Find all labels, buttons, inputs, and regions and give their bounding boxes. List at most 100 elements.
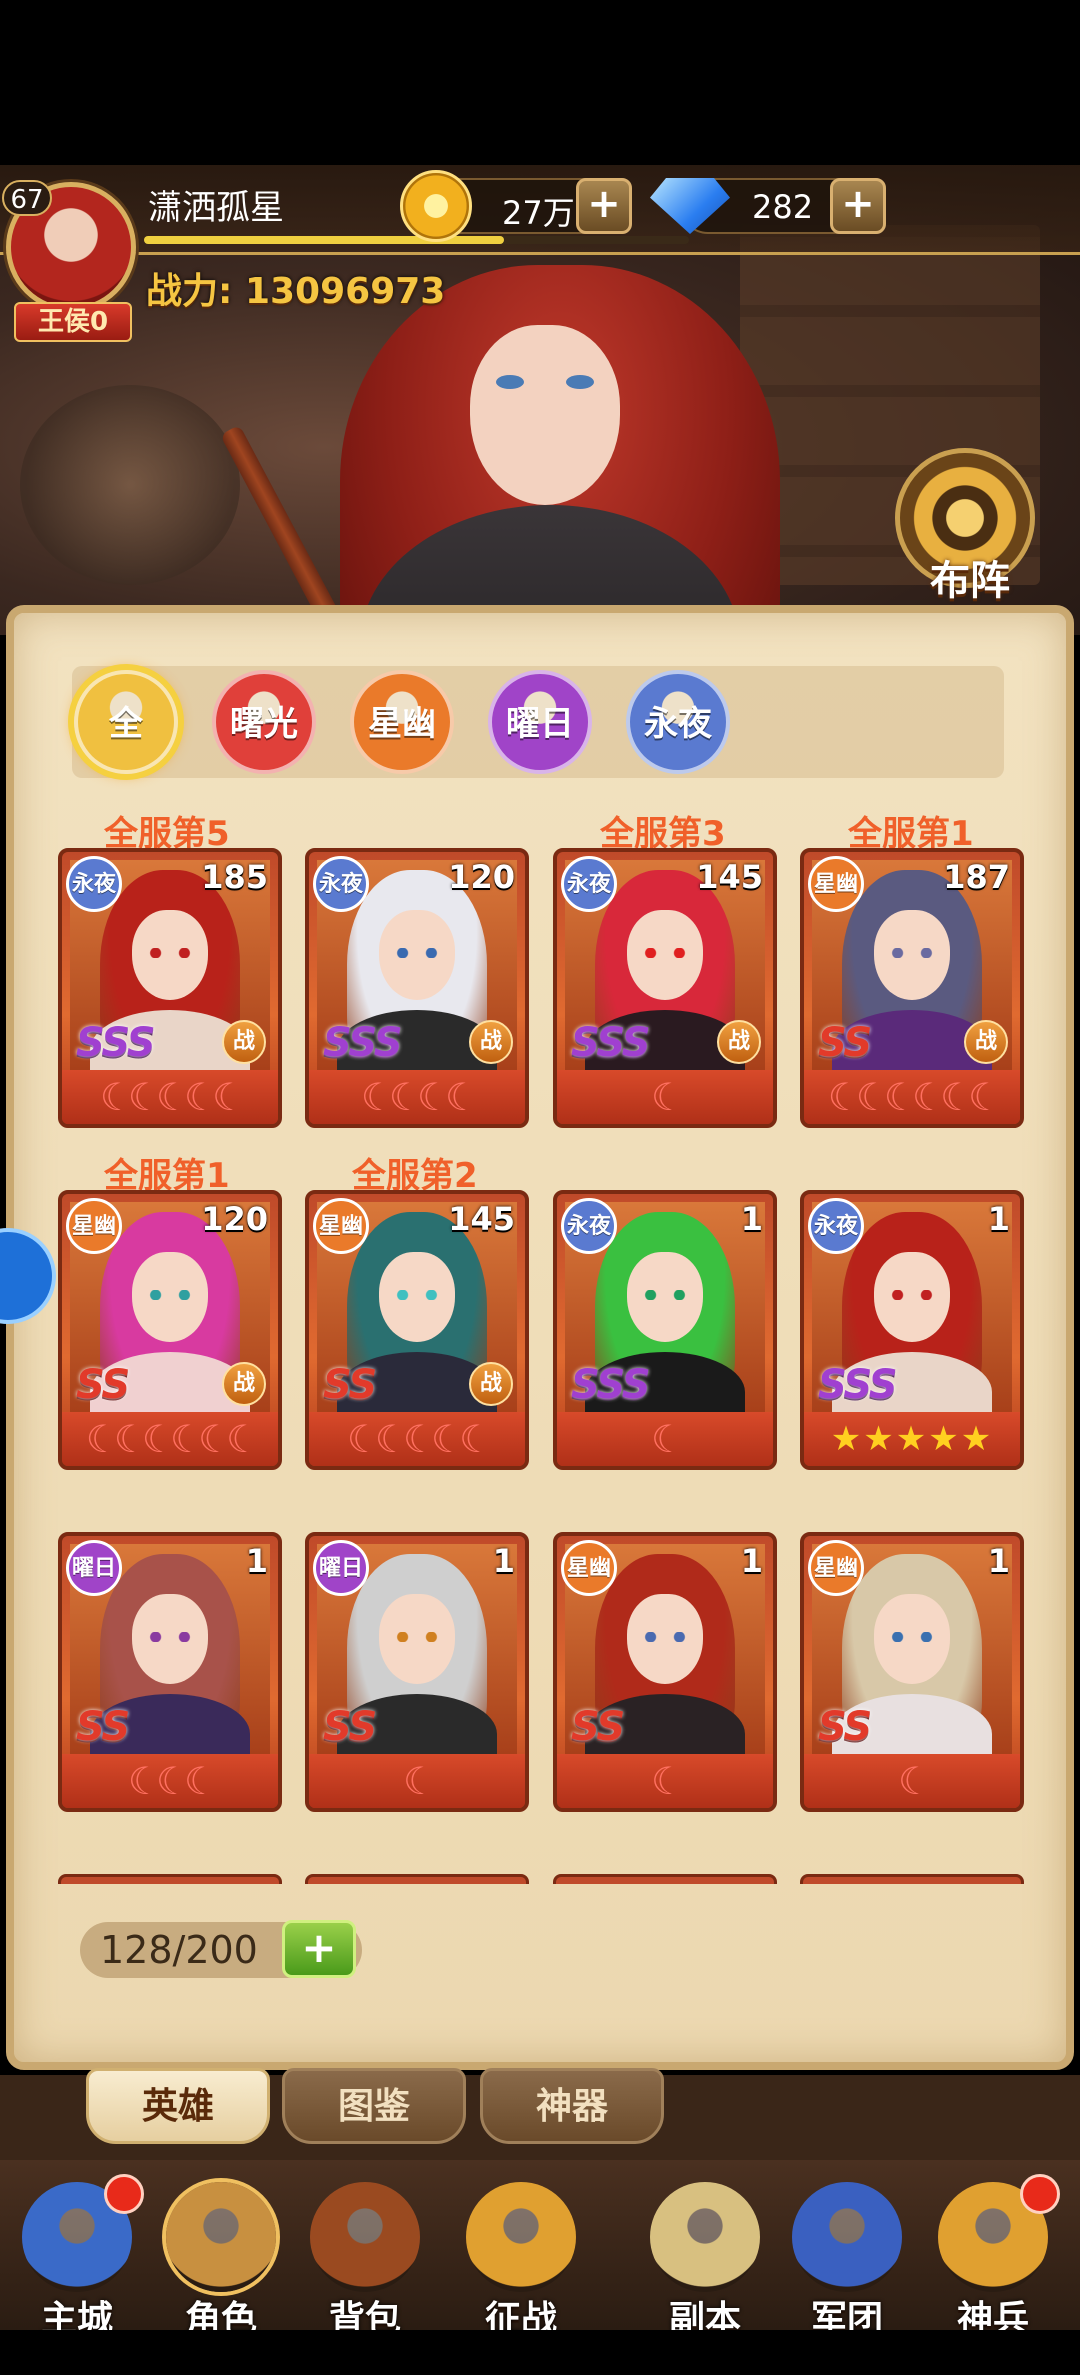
tab-artifacts[interactable]: 神器	[480, 2068, 664, 2144]
notification-dot	[104, 2174, 144, 2214]
nav-item-character[interactable]: 角色	[156, 2172, 286, 2340]
exp-bar	[144, 236, 689, 244]
player-level: 67	[2, 180, 52, 216]
hero-level: 1	[987, 1200, 1010, 1238]
faction-badge: 永夜	[66, 856, 122, 912]
backpack-icon	[310, 2182, 420, 2292]
nav-item-scroll[interactable]: 副本	[640, 2172, 770, 2340]
hero-card[interactable]: 星幽 120 SS 战 ☾☾☾☾☾☾	[58, 1190, 282, 1470]
nav-item-backpack[interactable]: 背包	[300, 2172, 430, 2340]
tab-heroes[interactable]: 英雄	[86, 2068, 270, 2144]
faction-badge: 星幽	[808, 856, 864, 912]
hero-star-rating: ☾	[309, 1754, 525, 1808]
hero-card[interactable]: 曜日 1 SS ☾	[305, 1532, 529, 1812]
filter-faction-3[interactable]: 曜日	[488, 670, 592, 774]
player-rank-badge: 王侯0	[14, 302, 132, 342]
hero-grade: SS	[818, 1704, 872, 1750]
hero-card[interactable]: 星幽 1 SS ☾	[800, 1532, 1024, 1812]
nav-item-battle[interactable]: 征战	[456, 2172, 586, 2340]
hero-grade: SS	[571, 1704, 625, 1750]
role-badge: 战	[222, 1362, 266, 1406]
hero-card[interactable]: 永夜 1 SSS ☾	[553, 1190, 777, 1470]
power-label: 战力:	[146, 271, 233, 312]
faction-badge: 星幽	[66, 1198, 122, 1254]
hero-card[interactable]: 星幽 1 SS ☾	[553, 1532, 777, 1812]
hero-grade: SS	[323, 1704, 377, 1750]
formation-button-label[interactable]: 布阵	[910, 548, 1030, 606]
gold-coin-icon	[400, 170, 472, 242]
faction-badge: 星幽	[561, 1540, 617, 1596]
hero-grade: SS	[76, 1704, 130, 1750]
hero-star-rating: ☾	[557, 1754, 773, 1808]
hero-star-rating: ☾	[557, 1412, 773, 1466]
hero-level: 1	[245, 1542, 268, 1580]
featured-hero-illustration	[300, 265, 820, 635]
card-peek	[58, 1874, 282, 1884]
hero-card[interactable]: 星幽 187 SS 战 ☾☾☾☾☾☾	[800, 848, 1024, 1128]
filter-faction-1[interactable]: 曙光	[212, 670, 316, 774]
tab-codex[interactable]: 图鉴	[282, 2068, 466, 2144]
role-badge: 战	[469, 1362, 513, 1406]
character-icon	[166, 2182, 276, 2292]
hero-grade: SS	[76, 1362, 130, 1408]
card-peek	[553, 1874, 777, 1884]
faction-badge: 永夜	[561, 1198, 617, 1254]
system-bottom-area	[0, 2330, 1080, 2375]
role-badge: 战	[964, 1020, 1008, 1064]
nav-item-hammer[interactable]: 神兵	[928, 2172, 1060, 2340]
hero-grade: SSS	[323, 1020, 403, 1066]
hero-card[interactable]: 永夜 120 SSS 战 ☾☾☾☾	[305, 848, 529, 1128]
hero-star-rating: ☾☾☾☾☾☾	[804, 1070, 1020, 1124]
hero-level: 120	[448, 858, 515, 896]
expand-capacity-button[interactable]: +	[282, 1920, 356, 1978]
hero-star-rating: ☾☾☾☾☾	[309, 1412, 525, 1466]
battle-icon	[466, 2182, 576, 2292]
role-badge: 战	[222, 1020, 266, 1064]
player-name: 潇洒孤星	[148, 188, 284, 228]
hero-star-rating: ☾☾☾☾	[309, 1070, 525, 1124]
faction-badge: 永夜	[561, 856, 617, 912]
add-gem-button[interactable]: +	[830, 178, 886, 234]
hero-level: 1	[987, 1542, 1010, 1580]
hero-card[interactable]: 星幽 145 SS 战 ☾☾☾☾☾	[305, 1190, 529, 1470]
hero-level: 145	[696, 858, 763, 896]
faction-badge: 永夜	[313, 856, 369, 912]
hero-star-rating: ☾☾☾☾☾☾	[62, 1412, 278, 1466]
hero-card[interactable]: 永夜 145 SSS 战 ☾	[553, 848, 777, 1128]
hero-card[interactable]: 曜日 1 SS ☾☾☾	[58, 1532, 282, 1812]
window-decoration	[20, 385, 240, 585]
status-area	[0, 0, 1080, 165]
faction-badge: 曜日	[313, 1540, 369, 1596]
filter-faction-4[interactable]: 永夜	[626, 670, 730, 774]
gem-value: 282	[752, 188, 814, 226]
hero-level: 120	[201, 1200, 268, 1238]
hero-level: 185	[201, 858, 268, 896]
hero-card[interactable]: 永夜 185 SSS 战 ☾☾☾☾☾	[58, 848, 282, 1128]
hero-level: 1	[740, 1200, 763, 1238]
hero-grade: SS	[818, 1020, 872, 1066]
add-gold-button[interactable]: +	[576, 178, 632, 234]
nav-item-castle[interactable]: 主城	[12, 2172, 144, 2340]
combat-power: 战力: 13096973	[146, 262, 445, 314]
legion-icon	[792, 2182, 902, 2292]
hero-card[interactable]: 永夜 1 SSS ★★★★★	[800, 1190, 1024, 1470]
faction-badge: 星幽	[313, 1198, 369, 1254]
filter-all[interactable]: 全	[74, 670, 178, 774]
hero-star-rating: ★★★★★	[804, 1412, 1020, 1466]
power-value: 13096973	[244, 271, 446, 312]
scroll-icon	[650, 2182, 760, 2292]
card-peek	[305, 1874, 529, 1884]
faction-badge: 曜日	[66, 1540, 122, 1596]
hero-grade: SSS	[818, 1362, 898, 1408]
faction-badge: 永夜	[808, 1198, 864, 1254]
role-badge: 战	[469, 1020, 513, 1064]
card-peek	[800, 1874, 1024, 1884]
hero-grade: SSS	[571, 1362, 651, 1408]
filter-faction-2[interactable]: 星幽	[350, 670, 454, 774]
hero-star-rating: ☾	[557, 1070, 773, 1124]
hero-star-rating: ☾☾☾☾☾	[62, 1070, 278, 1124]
hero-level: 1	[740, 1542, 763, 1580]
nav-item-legion[interactable]: 军团	[782, 2172, 912, 2340]
hero-star-rating: ☾	[804, 1754, 1020, 1808]
hero-level: 1	[492, 1542, 515, 1580]
